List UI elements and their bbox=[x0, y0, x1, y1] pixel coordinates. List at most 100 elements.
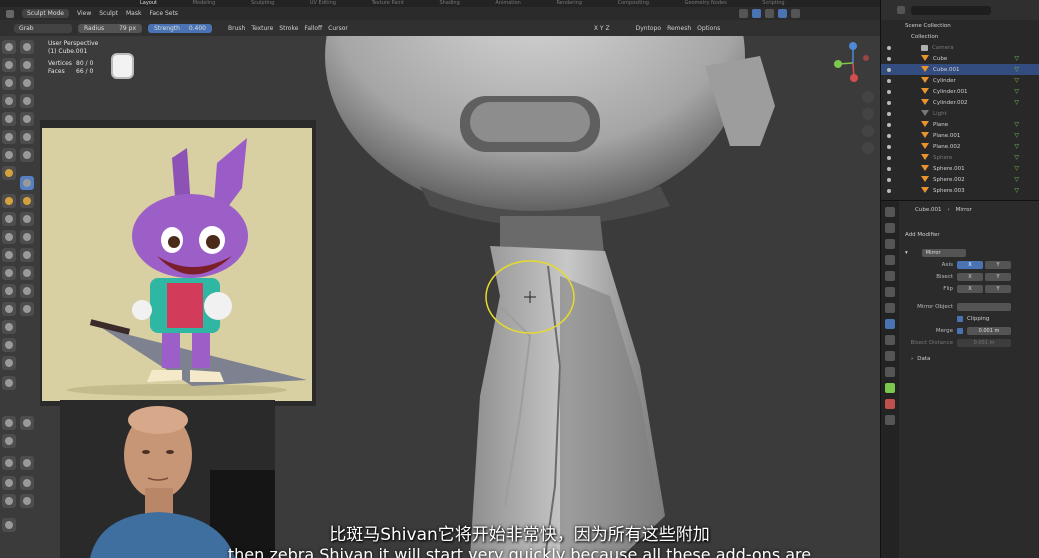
shading-icons[interactable] bbox=[739, 9, 800, 18]
expand-chevron-icon[interactable]: › bbox=[911, 356, 913, 362]
mask-by-color-icon[interactable] bbox=[20, 456, 34, 470]
visibility-eye-icon[interactable] bbox=[887, 45, 891, 50]
modifier-header[interactable]: ▾ Mirror bbox=[901, 247, 1039, 259]
outliner-row-selected[interactable]: Cube.001 ▽ bbox=[881, 64, 1039, 75]
multiplane-scrape-icon[interactable] bbox=[2, 148, 16, 162]
thumb-brush-icon[interactable] bbox=[20, 194, 34, 208]
particles-tab-icon[interactable] bbox=[885, 335, 895, 345]
outliner-row[interactable]: Plane.001 ▽ bbox=[881, 130, 1039, 141]
visibility-eye-icon[interactable] bbox=[887, 188, 891, 193]
filter-icon[interactable] bbox=[897, 6, 905, 14]
scrape-brush-icon[interactable] bbox=[20, 130, 34, 144]
camera-view-icon[interactable] bbox=[862, 125, 874, 137]
outliner-row[interactable]: Light bbox=[881, 108, 1039, 119]
multires-displacement-icon[interactable] bbox=[20, 284, 34, 298]
object-tab-icon[interactable] bbox=[885, 303, 895, 313]
outliner-row[interactable]: Cylinder ▽ bbox=[881, 75, 1039, 86]
flip-x-toggle[interactable]: X bbox=[957, 285, 983, 293]
pose-brush-icon[interactable] bbox=[2, 212, 16, 226]
outliner-row[interactable]: Plane.002 ▽ bbox=[881, 141, 1039, 152]
boundary-brush-icon[interactable] bbox=[2, 248, 16, 262]
mirror-object-field[interactable] bbox=[957, 303, 1011, 311]
draw-face-sets-icon[interactable] bbox=[2, 284, 16, 298]
merge-checkbox[interactable] bbox=[957, 328, 963, 334]
outliner-row[interactable]: Sphere ▽ bbox=[881, 152, 1039, 163]
visibility-eye-icon[interactable] bbox=[887, 166, 891, 171]
visibility-eye-icon[interactable] bbox=[887, 56, 891, 61]
slide-relax-icon[interactable] bbox=[20, 230, 34, 244]
visibility-eye-icon[interactable] bbox=[887, 89, 891, 94]
workspace-tab[interactable]: Geometry Nodes bbox=[685, 0, 727, 6]
outliner-row[interactable]: Sphere.002 ▽ bbox=[881, 174, 1039, 185]
material-shading-icon[interactable] bbox=[791, 9, 800, 18]
flatten-brush-icon[interactable] bbox=[20, 112, 34, 126]
radius-field[interactable]: Radius 79 px bbox=[78, 23, 142, 33]
clay-strips-brush-icon[interactable] bbox=[20, 58, 34, 72]
gizmo-icon[interactable] bbox=[752, 9, 761, 18]
workspace-tab[interactable]: Rendering bbox=[556, 0, 582, 6]
bisect-y-toggle[interactable]: Y bbox=[985, 273, 1011, 281]
pinch-brush-icon[interactable] bbox=[20, 148, 34, 162]
outliner-row[interactable]: Sphere.001 ▽ bbox=[881, 163, 1039, 174]
scene-tab-icon[interactable] bbox=[885, 271, 895, 281]
layer-brush-icon[interactable] bbox=[2, 76, 16, 90]
scale-tool-icon[interactable] bbox=[2, 494, 16, 508]
visibility-eye-icon[interactable] bbox=[887, 155, 891, 160]
grid-ortho-icon[interactable] bbox=[862, 142, 874, 154]
navigation-gizmo[interactable] bbox=[830, 40, 876, 86]
blob-brush-icon[interactable] bbox=[2, 94, 16, 108]
snake-hook-brush-icon[interactable] bbox=[2, 166, 16, 180]
box-hide-icon[interactable] bbox=[2, 320, 16, 334]
visibility-eye-icon[interactable] bbox=[887, 122, 891, 127]
workspace-tab[interactable]: Layout bbox=[140, 0, 157, 6]
material-tab-icon[interactable] bbox=[885, 399, 895, 409]
outliner-row[interactable]: Cube ▽ bbox=[881, 53, 1039, 64]
simplify-brush-icon[interactable] bbox=[2, 266, 16, 280]
visibility-eye-icon[interactable] bbox=[887, 133, 891, 138]
world-tab-icon[interactable] bbox=[885, 287, 895, 297]
rotate-tool-icon[interactable] bbox=[20, 476, 34, 490]
box-face-set-icon[interactable] bbox=[2, 338, 16, 352]
data-subpanel[interactable]: › Data bbox=[901, 353, 1039, 365]
grab-brush-icon[interactable] bbox=[20, 176, 34, 190]
inflate-brush-icon[interactable] bbox=[20, 76, 34, 90]
visibility-eye-icon[interactable] bbox=[887, 67, 891, 72]
rotate-brush-icon[interactable] bbox=[2, 230, 16, 244]
stroke-dropdown[interactable]: Stroke bbox=[279, 25, 298, 32]
dyntopo-dropdown[interactable]: Dyntopo bbox=[636, 25, 661, 32]
mode-select[interactable]: Sculpt Mode bbox=[22, 9, 69, 18]
pan-hand-icon[interactable] bbox=[862, 108, 874, 120]
lasso-mask-icon[interactable] bbox=[20, 302, 34, 316]
axis-x-toggle[interactable]: X bbox=[957, 261, 983, 269]
bisect-x-toggle[interactable]: X bbox=[957, 273, 983, 281]
transform-tool-icon[interactable] bbox=[20, 494, 34, 508]
fill-brush-icon[interactable] bbox=[2, 130, 16, 144]
zoom-icon[interactable] bbox=[862, 91, 874, 103]
menu-mask[interactable]: Mask bbox=[126, 10, 141, 17]
remesh-dropdown[interactable]: Remesh bbox=[667, 25, 691, 32]
texture-tab-icon[interactable] bbox=[885, 415, 895, 425]
modifier-wrench-icon[interactable] bbox=[885, 319, 895, 329]
cloth-brush-icon[interactable] bbox=[20, 248, 34, 262]
output-tab-icon[interactable] bbox=[885, 239, 895, 249]
outliner-search[interactable] bbox=[911, 5, 991, 15]
modifier-name-field[interactable]: Mirror bbox=[921, 249, 966, 257]
cursor-dropdown[interactable]: Cursor bbox=[328, 25, 348, 32]
workspace-tab[interactable]: Sculpting bbox=[251, 0, 274, 6]
bisect-distance-field[interactable]: 0.001 m bbox=[957, 339, 1011, 347]
flip-y-toggle[interactable]: Y bbox=[985, 285, 1011, 293]
texture-dropdown[interactable]: Texture bbox=[251, 25, 273, 32]
color-filter-icon[interactable] bbox=[2, 434, 16, 448]
constraints-tab-icon[interactable] bbox=[885, 367, 895, 377]
mask-brush-icon[interactable] bbox=[20, 266, 34, 280]
symmetry-axes[interactable]: X Y Z bbox=[594, 25, 610, 32]
render-tab-icon[interactable] bbox=[885, 223, 895, 233]
xray-icon[interactable] bbox=[765, 9, 774, 18]
workspace-tab[interactable]: UV Editing bbox=[310, 0, 336, 6]
elastic-deform-icon[interactable] bbox=[2, 194, 16, 208]
crease-brush-icon[interactable] bbox=[20, 94, 34, 108]
brush-select[interactable]: Grab bbox=[14, 23, 72, 33]
visibility-eye-icon[interactable] bbox=[887, 78, 891, 83]
visibility-eye-icon[interactable] bbox=[887, 100, 891, 105]
draw-brush-icon[interactable] bbox=[2, 40, 16, 54]
